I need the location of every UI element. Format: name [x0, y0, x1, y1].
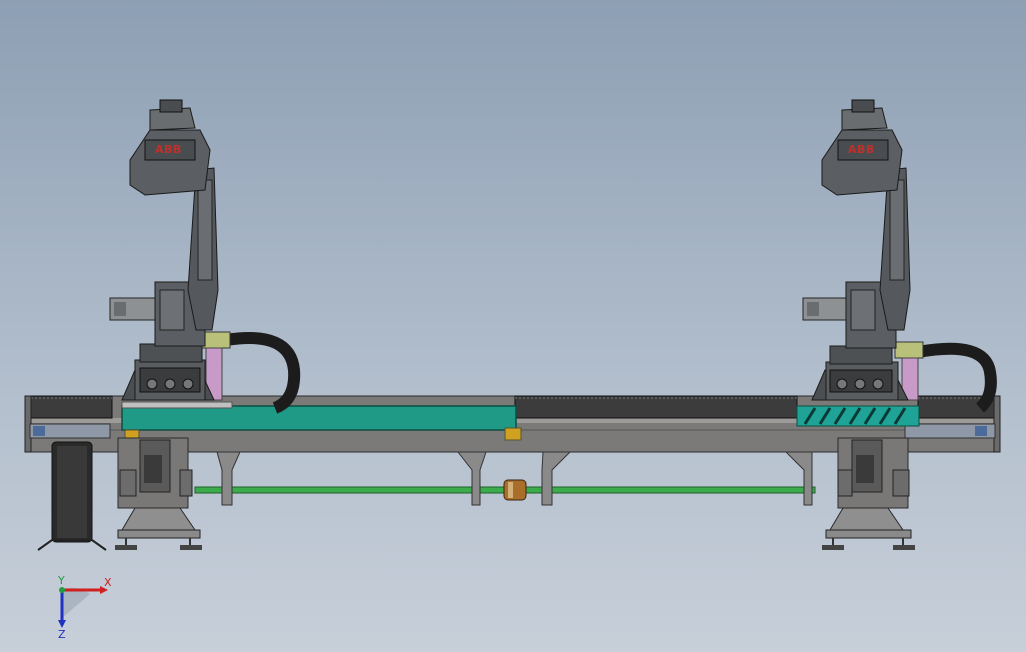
- robot-left-logo: ABB: [155, 143, 182, 156]
- y-axis-label: Y: [57, 574, 65, 587]
- z-axis-label: Z: [58, 628, 66, 641]
- leg-right: [822, 437, 915, 550]
- right-carriage: [796, 405, 920, 427]
- cad-viewport[interactable]: ABB ABB X Y Z: [0, 0, 1026, 652]
- leg-left: [115, 437, 202, 550]
- x-axis-label: X: [104, 576, 112, 589]
- y-axis-marker: [59, 587, 65, 593]
- drag-chain-left: [37, 441, 107, 551]
- axis-triad: X Y Z: [57, 574, 112, 641]
- robot-right: ABB: [802, 99, 997, 413]
- drive-shaft: [194, 479, 816, 501]
- robot-left: ABB: [109, 99, 301, 414]
- robot-right-logo: ABB: [848, 143, 875, 156]
- cad-model-drawing: ABB ABB X Y Z: [24, 99, 1001, 641]
